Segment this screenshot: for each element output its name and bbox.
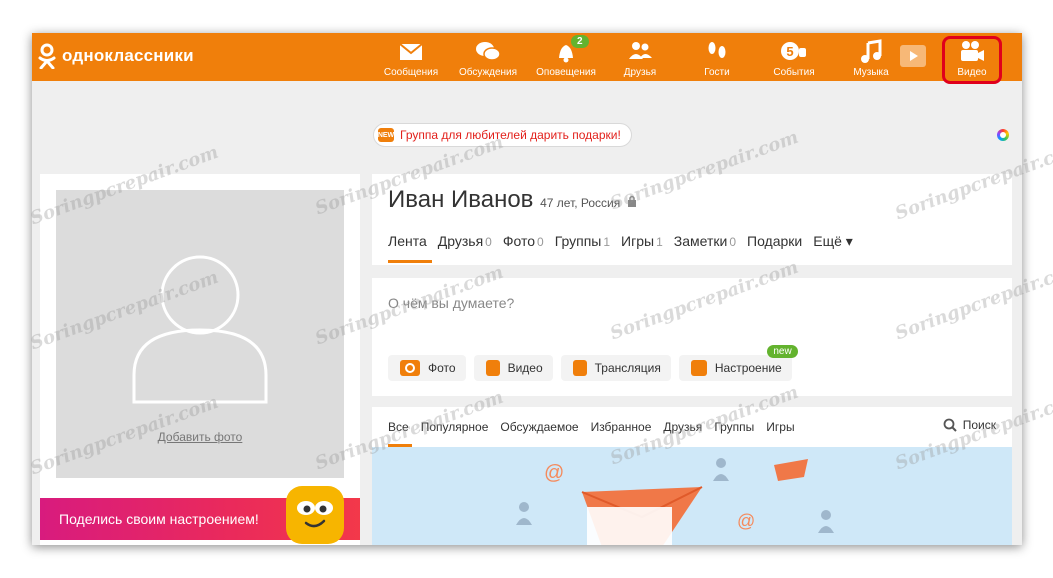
nav-music[interactable]: Музыка	[836, 37, 906, 78]
tab-label: Фото	[502, 233, 536, 249]
add-photo-button[interactable]: Фото	[388, 355, 466, 381]
svg-text:@: @	[544, 462, 564, 484]
feed-panel: Все Популярное Обсуждаемое Избранное Дру…	[372, 407, 1012, 545]
tab-count: 1	[656, 235, 663, 249]
logo-text: одноклассники	[62, 46, 194, 65]
status-input[interactable]: О чём вы думаете?	[388, 295, 514, 311]
tab-count: 0	[537, 235, 544, 249]
button-label: Фото	[428, 361, 456, 375]
tab-count: 0	[485, 235, 492, 249]
envelope-icon	[399, 43, 423, 60]
feed-search-button[interactable]: Поиск	[943, 418, 996, 432]
five-plus-icon: 5	[781, 42, 806, 60]
music-note-icon	[861, 39, 882, 63]
profile-name: Иван Иванов	[388, 186, 534, 213]
nav-events[interactable]: 5 События	[759, 37, 829, 78]
profile-tabs: Лента Друзья 0 Фото 0 Группы 1 Игры 1 Заметк…	[388, 233, 853, 250]
add-photo-link[interactable]: Добавить фото	[56, 430, 344, 444]
svg-text:5: 5	[786, 44, 793, 59]
nav-label: Друзья	[623, 67, 657, 78]
tab-notes[interactable]: Заметки 0	[674, 233, 736, 250]
feed-tab-discussed[interactable]: Обсуждаемое	[500, 420, 578, 434]
ok-logo-icon	[38, 43, 56, 69]
button-label: Настроение	[714, 361, 782, 375]
button-label: Трансляция	[594, 361, 661, 375]
profile-card: Иван Иванов 47 лет, Россия Лента Друзья 0…	[372, 174, 1012, 265]
smile-icon	[690, 360, 707, 376]
profile-name-line: Иван Иванов 47 лет, Россия	[388, 186, 637, 214]
feed-tab-groups[interactable]: Группы	[714, 420, 754, 434]
tab-more[interactable]: Ещё ▾	[813, 233, 853, 250]
tab-count: 0	[729, 235, 736, 249]
status-actions: Фото Видео Трансляция Настроение new	[388, 345, 798, 381]
search-label: Поиск	[962, 418, 996, 432]
mood-button[interactable]: Настроение new	[678, 345, 798, 381]
tab-label: Группы	[554, 233, 602, 249]
smiley-face-icon	[286, 486, 344, 544]
tab-label: Подарки	[747, 233, 803, 249]
tab-label: Игры	[621, 233, 655, 249]
notifications-badge: 2	[571, 35, 589, 48]
nav-discussions[interactable]: Обсуждения	[453, 37, 523, 78]
feed-invite-banner[interactable]: @ @	[372, 447, 1012, 545]
nav-label: События	[773, 67, 815, 78]
mood-text: Поделись своим настроением!	[59, 511, 259, 527]
nav-label: Музыка	[853, 67, 889, 78]
video-camera-icon	[485, 360, 500, 376]
broadcast-camera-icon	[572, 360, 587, 376]
nav-label: Оповещения	[536, 67, 596, 78]
logo[interactable]: одноклассники	[38, 43, 194, 69]
svg-text:@: @	[737, 511, 755, 531]
tab-count: 1	[603, 235, 611, 249]
new-badge: new	[767, 345, 798, 358]
promo-text: Группа для любителей дарить подарки!	[400, 128, 621, 142]
feed-filter-tabs: Все Популярное Обсуждаемое Избранное Дру…	[388, 420, 795, 434]
feed-tab-favorites[interactable]: Избранное	[591, 420, 652, 434]
envelope-illustration-icon: @ @	[516, 458, 834, 545]
tab-label: Ещё ▾	[813, 233, 853, 249]
footprints-icon	[708, 42, 726, 58]
video-highlight-frame	[942, 36, 1002, 84]
nav-friends[interactable]: Друзья	[605, 37, 675, 78]
active-tab-indicator	[388, 260, 432, 263]
button-label: Видео	[507, 361, 543, 375]
tab-games[interactable]: Игры 1	[621, 233, 663, 250]
tab-feed[interactable]: Лента	[388, 233, 427, 250]
chat-bubbles-icon	[476, 42, 501, 61]
tab-friends[interactable]: Друзья 0	[438, 233, 492, 250]
nav-label: Гости	[704, 67, 730, 78]
color-wheel-icon[interactable]	[997, 129, 1009, 141]
camera-icon	[400, 360, 420, 376]
add-video-button[interactable]: Видео	[473, 355, 553, 381]
people-icon	[629, 42, 652, 59]
avatar[interactable]: Добавить фото	[56, 190, 344, 478]
tab-label: Заметки	[673, 233, 728, 249]
tab-photos[interactable]: Фото 0	[503, 233, 544, 250]
status-composer: О чём вы думаете? Фото Видео Трансляция …	[372, 278, 1012, 396]
browser-page: одноклассники Сообщения Обсуждения 2 Опо…	[32, 33, 1022, 545]
nav-messages[interactable]: Сообщения	[376, 37, 446, 78]
video-toggle-icon[interactable]	[900, 45, 926, 67]
tab-label: Друзья	[437, 233, 484, 249]
new-gift-icon: NEW	[378, 128, 394, 142]
tab-gifts[interactable]: Подарки	[747, 233, 802, 250]
nav-label: Обсуждения	[458, 67, 518, 78]
left-column: Добавить фото Поделись своим настроением…	[40, 174, 360, 545]
nav-guests[interactable]: Гости	[682, 37, 752, 78]
tab-label: Лента	[388, 233, 427, 249]
lock-icon	[627, 195, 636, 207]
mood-share-bar[interactable]: Поделись своим настроением!	[40, 486, 360, 544]
nav-notifications[interactable]: 2 Оповещения	[531, 35, 601, 78]
broadcast-button[interactable]: Трансляция	[560, 355, 671, 381]
feed-tab-friends[interactable]: Друзья	[663, 420, 702, 434]
feed-tab-popular[interactable]: Популярное	[421, 420, 489, 434]
promo-banner[interactable]: NEW Группа для любителей дарить подарки!	[373, 123, 632, 147]
profile-meta: 47 лет, Россия	[540, 196, 621, 210]
top-nav-bar: одноклассники Сообщения Обсуждения 2 Опо…	[32, 33, 1022, 81]
nav-label: Сообщения	[383, 67, 439, 78]
feed-tab-all[interactable]: Все	[388, 420, 409, 434]
tab-groups[interactable]: Группы 1	[555, 233, 610, 250]
search-icon	[943, 418, 957, 432]
feed-tab-games[interactable]: Игры	[766, 420, 794, 434]
